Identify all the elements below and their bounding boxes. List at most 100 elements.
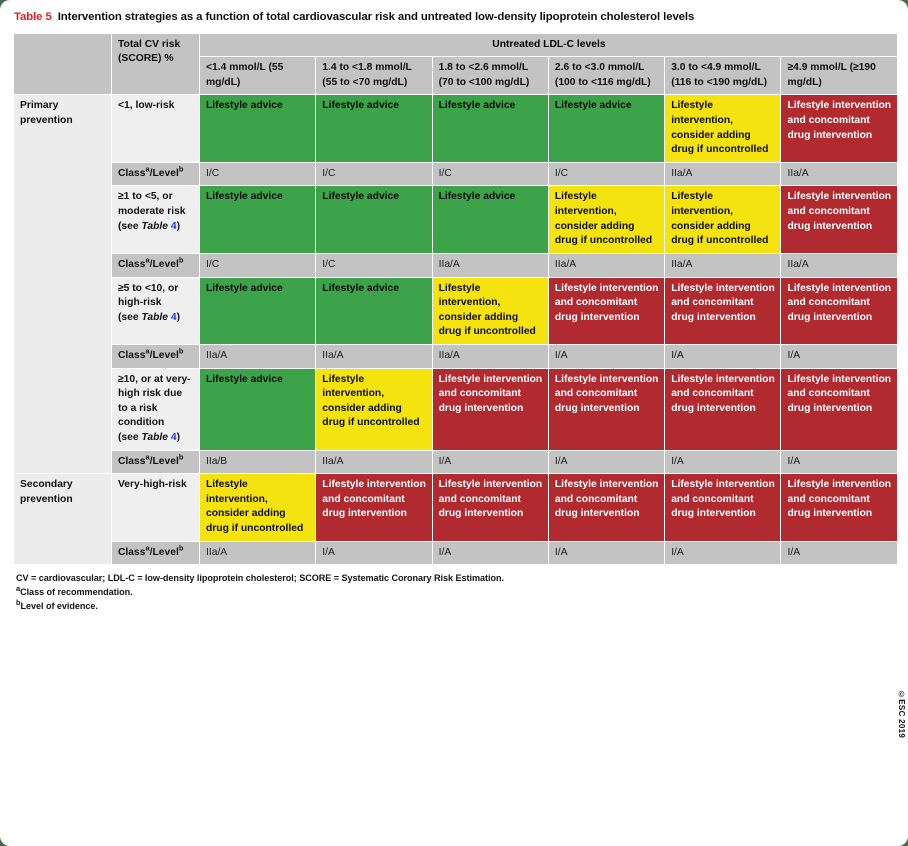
class-level-label: Classa/Levelb (111, 252, 200, 278)
risk-level-cell: ≥1 to <5, or moderate risk (see Table 4) (111, 185, 200, 254)
footnote-level: bLevel of evidence. (16, 597, 98, 611)
class-level-value: IIa/A (664, 252, 782, 278)
class-level-label: Classa/Levelb (111, 161, 200, 187)
class-level-value: I/A (431, 540, 549, 566)
header-ldl-col-5: 3.0 to <4.9 mmol/L (116 to <190 mg/dL) (664, 56, 782, 96)
footnote-abbreviations: CV = cardiovascular; LDL-C = low-density… (16, 573, 504, 584)
header-untreated-ldl-group: Untreated LDL-C levels (199, 32, 898, 58)
class-level-value: I/C (315, 252, 433, 278)
section-primary-prevention: Primary prevention (13, 94, 112, 475)
class-level-row: Classa/Levelb IIa/A IIa/A IIa/A I/A I/A I/A (14, 343, 898, 369)
class-level-value: IIa/A (547, 252, 666, 278)
recommendation-cell-yellow: Lifestyle intervention, consider adding … (431, 276, 549, 345)
risk-level-cell: <1, low-risk (111, 94, 200, 163)
class-level-label: Classa/Levelb (111, 540, 200, 566)
class-level-value: I/A (780, 343, 898, 369)
table-footnotes: CV = cardiovascular; LDL-C = low-density… (16, 572, 896, 613)
footnote-class: aClass of recommendation. (16, 583, 133, 597)
recommendation-cell-red: Lifestyle intervention and concomitant d… (547, 367, 666, 451)
recommendation-cell-red: Lifestyle intervention and concomitant d… (547, 473, 666, 542)
recommendation-cell-red: Lifestyle intervention and concomitant d… (664, 367, 782, 451)
class-level-value: IIa/A (198, 540, 317, 566)
class-level-row: Classa/Levelb IIa/B IIa/A I/A I/A I/A I/A (14, 449, 898, 475)
class-level-label: Classa/Levelb (111, 449, 200, 475)
header-ldl-col-3: 1.8 to <2.6 mmol/L (70 to <100 mg/dL) (431, 56, 549, 96)
recommendation-cell-yellow: Lifestyle intervention, consider adding … (664, 94, 782, 163)
recommendation-cell-yellow: Lifestyle intervention, consider adding … (547, 185, 666, 254)
class-level-value: I/A (315, 540, 433, 566)
recommendation-cell-green: Lifestyle advice (431, 185, 549, 254)
class-level-label: Classa/Levelb (111, 343, 200, 369)
recommendation-cell-red: Lifestyle intervention and concomitant d… (780, 276, 898, 345)
class-level-value: I/C (198, 252, 317, 278)
class-level-value: I/A (431, 449, 549, 475)
class-level-row: Classa/Levelb I/C I/C I/C I/C IIa/A IIa/A (14, 161, 898, 187)
class-level-value: IIa/A (664, 161, 782, 187)
recommendation-cell-green: Lifestyle advice (547, 94, 666, 163)
recommendation-cell-green: Lifestyle advice (315, 276, 433, 345)
recommendation-cell-green: Lifestyle advice (198, 94, 317, 163)
table-caption-text: Intervention strategies as a function of… (57, 11, 695, 23)
table-body: Primary prevention <1, low-risk Lifestyle … (13, 94, 898, 566)
class-level-value: I/A (664, 343, 782, 369)
recommendation-cell-red: Lifestyle intervention and concomitant d… (431, 367, 549, 451)
table-row: ≥5 to <10, or high-risk (see Table 4) Life… (14, 276, 898, 345)
class-level-value: I/C (431, 161, 549, 187)
recommendation-cell-green: Lifestyle advice (198, 185, 317, 254)
class-level-value: I/A (664, 449, 782, 475)
class-level-row: Classa/Levelb I/C I/C IIa/A IIa/A IIa/A IIa/A (14, 252, 898, 278)
recommendation-cell-green: Lifestyle advice (431, 94, 549, 163)
table-row: ≥10, or at very-high risk due to a risk … (14, 367, 898, 451)
class-level-value: IIa/A (431, 343, 549, 369)
risk-level-cell: Very-high-risk (111, 473, 200, 542)
header-ldl-col-6: ≥4.9 mmol/L (≥190 mg/dL) (780, 56, 898, 96)
recommendation-cell-green: Lifestyle advice (315, 94, 433, 163)
recommendation-cell-red: Lifestyle intervention and concomitant d… (547, 276, 666, 345)
header-ldl-col-2: 1.4 to <1.8 mmol/L (55 to <70 mg/dL) (315, 56, 433, 96)
recommendation-cell-red: Lifestyle intervention and concomitant d… (780, 473, 898, 542)
class-level-value: I/A (547, 449, 666, 475)
table-number: Table 5 (14, 11, 52, 23)
risk-level-cell: ≥10, or at very-high risk due to a risk … (111, 367, 200, 451)
class-level-value: IIa/A (431, 252, 549, 278)
class-level-value: I/A (780, 449, 898, 475)
recommendation-cell-red: Lifestyle intervention and concomitant d… (315, 473, 433, 542)
class-level-value: I/A (780, 540, 898, 566)
table-header: Total CV risk (SCORE) % Untreated LDL-C … (13, 32, 898, 96)
header-ldl-col-4: 2.6 to <3.0 mmol/L (100 to <116 mg/dL) (547, 56, 666, 96)
class-level-value: IIa/A (315, 449, 433, 475)
class-level-value: IIa/A (198, 343, 317, 369)
header-row-top: Total CV risk (SCORE) % Untreated LDL-C … (13, 32, 898, 96)
class-level-value: I/C (547, 161, 666, 187)
class-level-value: IIa/A (780, 161, 898, 187)
header-corner-blank (13, 32, 112, 96)
recommendation-cell-red: Lifestyle intervention and concomitant d… (664, 276, 782, 345)
recommendation-cell-green: Lifestyle advice (315, 185, 433, 254)
intervention-strategies-table: Total CV risk (SCORE) % Untreated LDL-C … (13, 32, 898, 566)
class-level-value: IIa/A (780, 252, 898, 278)
recommendation-cell-yellow: Lifestyle intervention, consider adding … (198, 473, 317, 542)
recommendation-cell-red: Lifestyle intervention and concomitant d… (780, 94, 898, 163)
class-level-value: IIa/A (315, 343, 433, 369)
recommendation-cell-green: Lifestyle advice (198, 276, 317, 345)
risk-level-cell: ≥5 to <10, or high-risk (see Table 4) (111, 276, 200, 345)
section-secondary-prevention: Secondary prevention (13, 473, 112, 566)
class-level-value: I/A (547, 540, 666, 566)
recommendation-cell-red: Lifestyle intervention and concomitant d… (431, 473, 549, 542)
class-level-value: I/C (198, 161, 317, 187)
table-row: Secondary prevention Very-high-risk Lifest… (13, 473, 898, 566)
table-row: ≥1 to <5, or moderate risk (see Table 4) L… (14, 185, 898, 254)
table-caption: Table 5 Intervention strategies as a func… (14, 10, 904, 25)
table-row: Primary prevention <1, low-risk Lifestyle … (13, 94, 898, 475)
recommendation-cell-yellow: Lifestyle intervention, consider adding … (664, 185, 782, 254)
class-level-value: IIa/B (198, 449, 317, 475)
table-page: Table 5 Intervention strategies as a func… (0, 0, 908, 846)
recommendation-cell-red: Lifestyle intervention and concomitant d… (664, 473, 782, 542)
class-level-value: I/A (664, 540, 782, 566)
class-level-row: Classa/Levelb IIa/A I/A I/A I/A I/A I/A (14, 540, 898, 566)
class-level-value: I/A (547, 343, 666, 369)
header-total-cv-risk: Total CV risk (SCORE) % (111, 32, 200, 96)
recommendation-cell-red: Lifestyle intervention and concomitant d… (780, 367, 898, 451)
recommendation-cell-red: Lifestyle intervention and concomitant d… (780, 185, 898, 254)
header-ldl-col-1: <1.4 mmol/L (55 mg/dL) (198, 56, 317, 96)
